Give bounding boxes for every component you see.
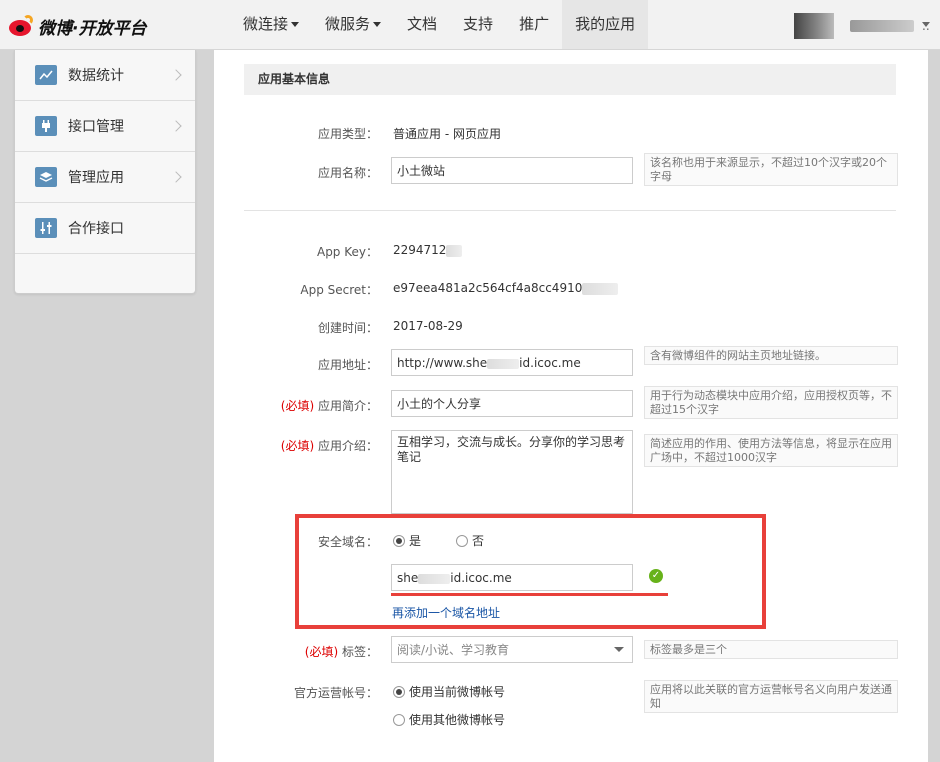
nav-item-promote[interactable]: 推广 xyxy=(506,0,562,49)
app-url-hint: 含有微博组件的网站主页地址链接。 xyxy=(644,346,898,365)
app-key-label: App Key： xyxy=(316,245,378,259)
radio-checked-icon[interactable] xyxy=(393,685,405,698)
official-account-label: 官方运营帐号： xyxy=(293,686,378,700)
section-title: 应用基本信息 xyxy=(244,64,896,95)
redacted-blur xyxy=(446,244,463,257)
app-url-label: 应用地址： xyxy=(317,358,378,372)
chevron-down-icon[interactable] xyxy=(614,647,624,652)
chevron-right-icon xyxy=(170,69,182,81)
redacted-blur xyxy=(582,282,619,295)
sidebar-item-label: 接口管理 xyxy=(68,119,124,135)
user-caret-icon[interactable] xyxy=(922,22,930,27)
chart-icon xyxy=(35,65,57,85)
app-secret-label: App Secret： xyxy=(300,283,378,297)
app-summary-hint: 用于行为动态模块中应用介绍，应用授权页等，不超过15个汉字 xyxy=(644,386,898,419)
sidebar-item-stats[interactable]: 数据统计 xyxy=(15,50,195,101)
highlight-underline xyxy=(391,593,668,596)
layers-icon xyxy=(35,167,57,187)
sidebar-item-label: 合作接口 xyxy=(68,221,124,237)
top-navbar: 微博·开放平台 微连接 微服务 文档 支持 推广 我的应用 .. xyxy=(0,0,940,50)
app-summary-label: (必填) 应用简介： xyxy=(280,399,378,413)
chevron-right-icon xyxy=(170,120,182,132)
created-label: 创建时间： xyxy=(317,321,378,335)
app-intro-label: (必填) 应用介绍： xyxy=(280,439,378,453)
app-summary-input[interactable]: 小土的个人分享 xyxy=(391,390,633,417)
official-account-hint: 应用将以此关联的官方运营帐号名义向用户发送通知 xyxy=(644,680,898,713)
app-name-hint: 该名称也用于来源显示，不超过10个汉字或20个字母 xyxy=(644,153,898,186)
nav-item-weilianjie[interactable]: 微连接 xyxy=(230,0,312,49)
sidebar-item-label: 管理应用 xyxy=(68,170,124,186)
created-value: 2017-08-29 xyxy=(393,319,463,333)
app-key-value: 2294712 xyxy=(393,243,463,257)
app-type-label: 应用类型： xyxy=(317,127,378,141)
caret-down-icon xyxy=(291,22,300,27)
nav-item-support[interactable]: 支持 xyxy=(450,0,506,49)
redacted-blur xyxy=(487,358,520,369)
main-content: 应用基本信息 应用类型： 普通应用 - 网页应用 应用名称： 小土微站 该名称也… xyxy=(214,50,928,762)
sidebar-item-api-manage[interactable]: 接口管理 xyxy=(15,101,195,152)
user-menu[interactable]: .. xyxy=(794,13,930,39)
sidebar-item-manage-app[interactable]: 管理应用 xyxy=(15,152,195,203)
app-secret-value: e97eea481a2c564cf4a8cc4910 xyxy=(393,281,619,295)
app-intro-textarea[interactable]: 互相学习，交流与成长。分享你的学习思考笔记 xyxy=(391,430,633,514)
sidebar: 数据统计 接口管理 管理应用 合作接口 xyxy=(14,50,196,294)
plug-icon xyxy=(35,116,57,136)
window-edge xyxy=(928,50,940,762)
sliders-icon xyxy=(35,218,57,238)
sidebar-item-label: 数据统计 xyxy=(68,68,124,84)
official-account-current[interactable]: 使用当前微博帐号 xyxy=(393,683,505,700)
radio-unchecked-icon[interactable] xyxy=(393,713,405,726)
app-intro-hint: 简述应用的作用、使用方法等信息，将显示在应用广场中，不超过1000汉字 xyxy=(644,434,898,467)
app-name-label: 应用名称： xyxy=(317,166,378,180)
highlight-box xyxy=(295,514,766,629)
tags-label: (必填) 标签： xyxy=(304,645,378,659)
chevron-right-icon xyxy=(170,171,182,183)
nav-item-my-apps[interactable]: 我的应用 xyxy=(562,0,649,49)
app-name-input[interactable]: 小土微站 xyxy=(391,157,633,184)
caret-down-icon xyxy=(373,22,382,27)
tags-hint: 标签最多是三个 xyxy=(644,640,898,659)
app-type-value: 普通应用 - 网页应用 xyxy=(393,127,501,141)
official-account-other[interactable]: 使用其他微博帐号 xyxy=(393,711,505,728)
avatar[interactable] xyxy=(794,13,834,39)
divider xyxy=(244,210,896,211)
weibo-logo[interactable]: 微博·开放平台 xyxy=(8,13,146,39)
app-url-input[interactable]: http://www.she id.icoc.me xyxy=(391,349,633,376)
nav-item-docs[interactable]: 文档 xyxy=(394,0,450,49)
weibo-eye-icon xyxy=(8,15,34,37)
main-nav: 微连接 微服务 文档 支持 推广 我的应用 xyxy=(230,0,649,49)
username-redacted xyxy=(850,20,914,32)
sidebar-item-partner-api[interactable]: 合作接口 xyxy=(15,203,195,254)
tags-select[interactable]: 阅读/小说、学习教育 xyxy=(391,636,633,663)
nav-item-weifuwu[interactable]: 微服务 xyxy=(312,0,394,49)
logo-text: 微博·开放平台 xyxy=(38,18,147,39)
